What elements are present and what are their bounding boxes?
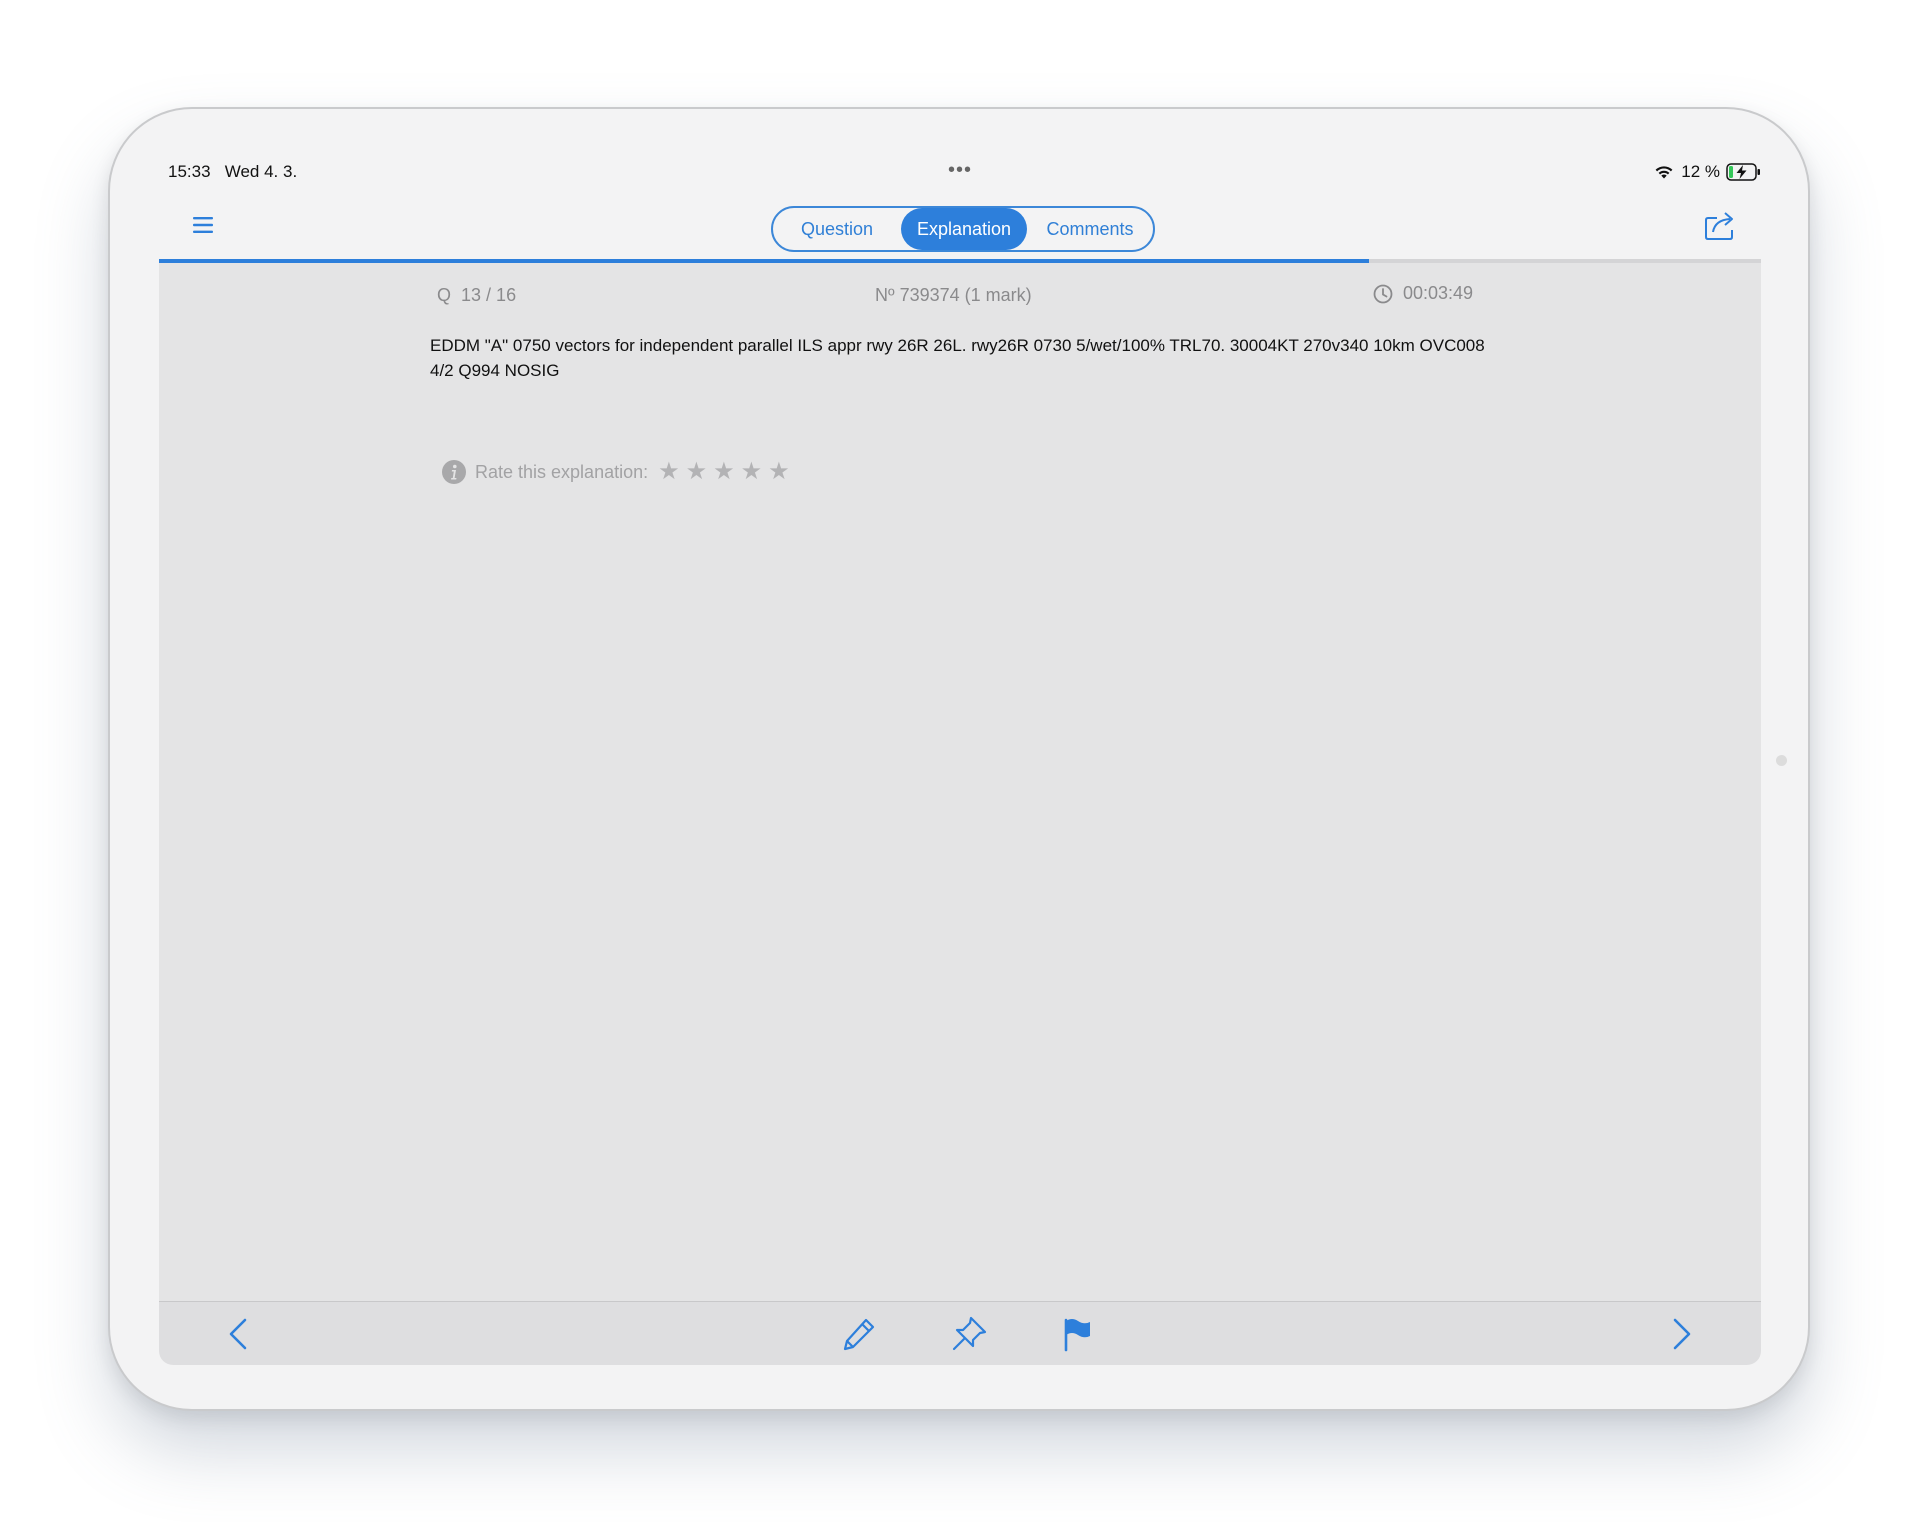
status-bar: 15:33 Wed 4. 3. ••• 12 % xyxy=(158,160,1762,184)
question-counter: Q 13 / 16 xyxy=(437,285,517,305)
hamburger-menu-icon[interactable] xyxy=(191,214,215,236)
nav-bar: Question Explanation Comments xyxy=(159,200,1761,260)
star-5[interactable]: ★ xyxy=(768,460,790,484)
status-indicators: 12 % xyxy=(1653,160,1762,184)
flag-icon[interactable] xyxy=(1057,1314,1097,1354)
pencil-icon[interactable] xyxy=(839,1314,879,1354)
tab-question[interactable]: Question xyxy=(773,208,901,250)
battery-charging-icon xyxy=(1726,163,1760,181)
star-4[interactable]: ★ xyxy=(741,460,763,484)
wifi-icon xyxy=(1655,166,1673,179)
share-icon[interactable] xyxy=(1703,208,1739,242)
battery-percent: 12 % xyxy=(1681,162,1720,181)
bottom-toolbar xyxy=(159,1301,1761,1365)
rating-row: Rate this explanation: ★ ★ ★ ★ ★ xyxy=(441,459,790,485)
pin-icon[interactable] xyxy=(949,1314,989,1354)
clock-icon xyxy=(1373,284,1393,303)
tab-comments[interactable]: Comments xyxy=(1027,208,1153,250)
timer: 00:03:49 xyxy=(1373,283,1473,304)
camera-dot xyxy=(1776,755,1787,766)
question-id: Nº 739374 (1 mark) xyxy=(875,285,1032,305)
rating-label: Rate this explanation: xyxy=(475,461,649,482)
question-text: EDDM "A" 0750 vectors for independent pa… xyxy=(430,336,1485,380)
timer-value: 00:03:49 xyxy=(1403,283,1474,303)
star-3[interactable]: ★ xyxy=(713,460,735,484)
multitasking-dots-icon[interactable]: ••• xyxy=(948,160,972,180)
star-1[interactable]: ★ xyxy=(658,460,680,484)
info-icon[interactable] xyxy=(441,459,467,485)
view-segmented-control: Question Explanation Comments xyxy=(771,206,1155,252)
previous-arrow-icon[interactable] xyxy=(219,1314,259,1354)
status-time: 15:33 Wed 4. 3. xyxy=(168,162,298,181)
tab-explanation[interactable]: Explanation xyxy=(901,208,1027,250)
rating-stars: ★ ★ ★ ★ ★ xyxy=(658,460,790,484)
explanation-content: Q 13 / 16 Nº 739374 (1 mark) 00:03:49 ED… xyxy=(159,263,1761,1301)
next-arrow-icon[interactable] xyxy=(1661,1314,1701,1354)
star-2[interactable]: ★ xyxy=(686,460,708,484)
